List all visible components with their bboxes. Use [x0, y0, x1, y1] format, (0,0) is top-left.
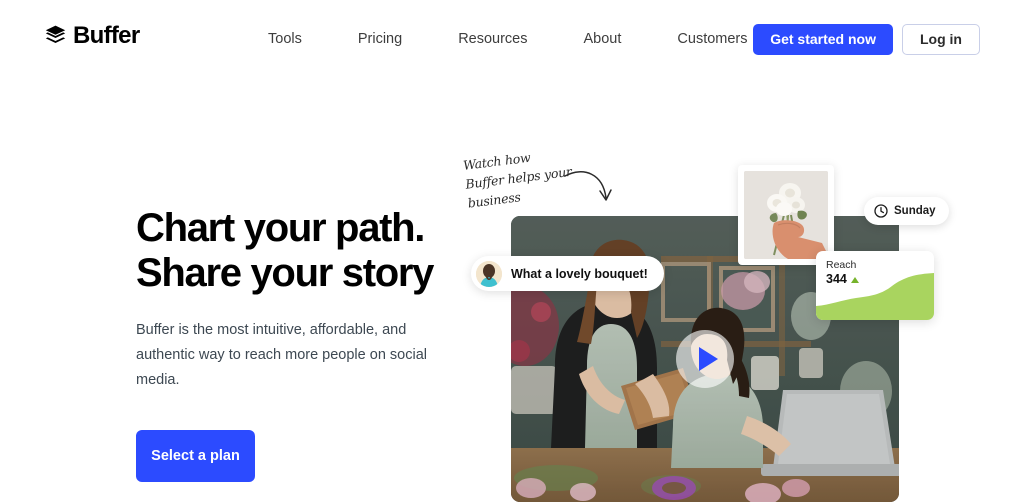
- page-title: Chart your path. Share your story: [136, 206, 466, 296]
- nav-item-resources[interactable]: Resources: [458, 30, 527, 48]
- buffer-layers-icon: [45, 25, 66, 43]
- header-actions: Get started now Log in: [753, 24, 980, 55]
- main-navigation: Tools Pricing Resources About Customers: [268, 30, 748, 48]
- reach-metric-card[interactable]: Reach 344: [816, 251, 934, 320]
- hero-title-line-1: Chart your path.: [136, 206, 425, 250]
- get-started-button[interactable]: Get started now: [753, 24, 893, 55]
- hero-title-line-2: Share your story: [136, 251, 434, 296]
- logo-wordmark: Buffer: [73, 22, 140, 49]
- login-button[interactable]: Log in: [902, 24, 980, 55]
- schedule-day-card[interactable]: Sunday: [864, 197, 949, 225]
- photo-card-image: [744, 171, 828, 259]
- annotation-text: Watch how Buffer helps your business: [462, 149, 573, 211]
- clock-icon: [874, 204, 888, 218]
- site-header: Buffer Tools Pricing Resources About Cus…: [0, 0, 1024, 78]
- play-icon: [698, 347, 718, 371]
- handwritten-annotation: Watch how Buffer helps your business: [460, 150, 630, 218]
- schedule-day-label: Sunday: [894, 205, 936, 217]
- photo-card[interactable]: [738, 165, 834, 265]
- hero-content: Chart your path. Share your story Buffer…: [136, 206, 466, 483]
- nav-item-customers[interactable]: Customers: [677, 30, 747, 48]
- nav-item-tools[interactable]: Tools: [268, 30, 302, 48]
- select-a-plan-button[interactable]: Select a plan: [136, 430, 255, 483]
- user-avatar: [476, 260, 502, 287]
- comment-card[interactable]: What a lovely bouquet!: [471, 256, 664, 291]
- comment-text: What a lovely bouquet!: [511, 266, 648, 281]
- buffer-logo[interactable]: Buffer: [45, 22, 140, 49]
- play-button[interactable]: [676, 330, 734, 388]
- hero-subtitle: Buffer is the most intuitive, affordable…: [136, 322, 427, 389]
- reach-area-chart: [816, 272, 934, 320]
- curved-arrow-icon: [564, 171, 612, 201]
- nav-item-pricing[interactable]: Pricing: [358, 30, 402, 48]
- landing-page: Buffer Tools Pricing Resources About Cus…: [0, 0, 1024, 502]
- nav-item-about[interactable]: About: [584, 30, 622, 48]
- reach-label: Reach: [826, 259, 857, 271]
